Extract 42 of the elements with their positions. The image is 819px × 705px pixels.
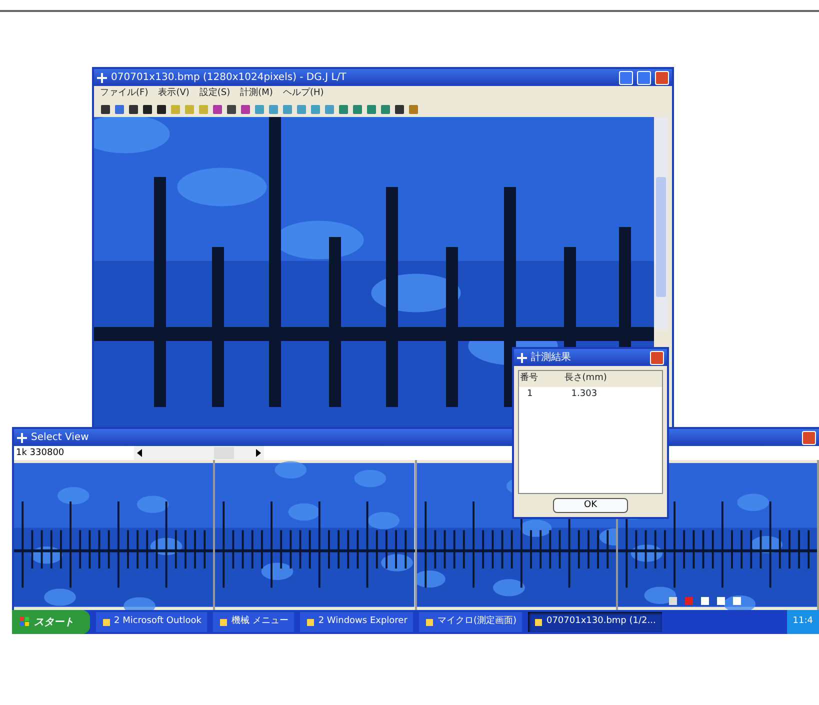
window-icon [306,618,316,626]
maximize-button[interactable] [637,70,651,84]
scrollbar[interactable] [134,446,264,460]
window-title: 070701x130.bmp (1280x1024pixels) - DG.J L/T [111,71,348,85]
window-title: Select View [31,431,90,445]
window-icon [425,618,434,626]
tool-icon[interactable] [226,104,237,114]
app-icon [17,432,27,442]
menu-item[interactable]: 設定(S) [199,87,230,100]
windows-flag-icon [20,617,30,627]
menu-item[interactable]: ヘルプ(H) [282,87,324,100]
clock: 11:4 [786,610,819,634]
window-icon [534,618,544,626]
minimize-button[interactable] [619,70,633,84]
column-header[interactable]: 長さ(mm) [563,371,662,386]
tool-icon[interactable] [394,104,405,114]
table-cell: 1 [519,386,564,402]
tool-icon[interactable] [100,104,111,114]
ok-button[interactable]: OK [553,498,628,513]
table-cell: 1.303 [563,386,662,402]
close-button[interactable] [655,70,669,84]
menu-item[interactable]: 表示(V) [158,87,190,100]
taskbar-button[interactable]: 070701x130.bmp (1/2... [528,612,662,632]
taskbar-button[interactable]: 2 Windows Explorer [300,612,414,632]
menu-item[interactable]: 計測(M) [240,87,273,100]
window-title: 計測結果 [531,350,572,365]
tool-icon[interactable] [156,104,167,114]
window-icon [102,618,111,626]
tool-icon[interactable] [128,104,139,114]
app-icon [517,352,527,362]
close-button[interactable] [650,350,664,364]
app-icon [97,72,107,82]
taskbar-button[interactable]: 2 Microsoft Outlook [96,612,208,632]
column-header[interactable]: 番号 [519,371,564,386]
start-button[interactable]: スタート [12,610,90,634]
tool-icon[interactable] [142,104,153,114]
scrollbar[interactable] [654,116,668,328]
taskbar-button[interactable]: 機械 メニュー [213,612,294,632]
menu-item[interactable]: ファイル(F) [100,87,148,100]
close-button[interactable] [802,430,816,444]
window-icon [219,618,228,626]
taskbar-button[interactable]: マイクロ(測定画面) [419,612,522,632]
